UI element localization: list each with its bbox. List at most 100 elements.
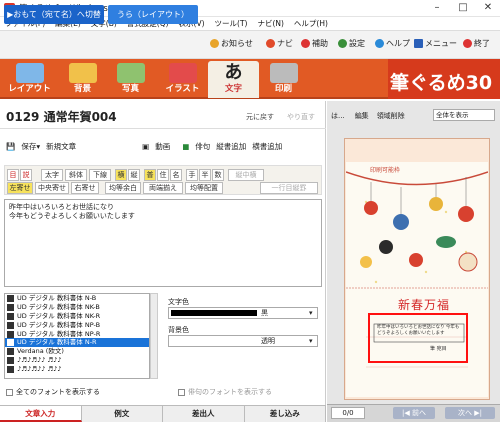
bold-button[interactable]: 太字 — [41, 169, 63, 181]
menu-tools[interactable]: ツール(T) — [210, 17, 253, 31]
tab-merge[interactable]: 差し込み — [245, 406, 326, 422]
fmt-btn[interactable]: 名 — [170, 169, 182, 181]
back-layout-tab[interactable]: うら（レイアウト） — [108, 5, 198, 24]
divider — [0, 128, 326, 129]
menu-navi[interactable]: ナビ(N) — [252, 17, 288, 31]
justify-button[interactable]: 両端揃え — [143, 182, 183, 194]
font-item-selected[interactable]: UD デジタル 教科書体 N-R — [5, 338, 149, 348]
postcard-illustration — [346, 162, 488, 397]
printable-area-label: 印刷可能枠 — [370, 167, 401, 174]
vertical-button[interactable]: 縦 — [128, 169, 140, 181]
bg-color-select[interactable]: 透明 ▾ — [168, 335, 318, 347]
text-input-area[interactable]: 昨年中はいろいろとお世話になり 今年もどうぞよろしくお願いいたします — [4, 199, 322, 287]
video-button[interactable]: ▣ 動画 — [142, 141, 170, 152]
preview-edit-button[interactable]: 編集 — [355, 111, 369, 121]
close-window-button[interactable]: ✕ — [475, 0, 500, 17]
mode-background-tab[interactable]: 背景 — [57, 61, 108, 98]
font-item-label: UD デジタル 教科書体 N-B — [17, 294, 97, 302]
mode-layout-tab[interactable]: レイアウト — [4, 61, 55, 98]
horizontal-add-button[interactable]: 横書追加 — [252, 141, 282, 152]
undo-button[interactable]: 元に戻す — [246, 112, 274, 122]
font-list[interactable]: UD デジタル 教科書体 N-B UD デジタル 教科書体 NK-B UD デジ… — [4, 293, 150, 379]
underline-button[interactable]: 下線 — [89, 169, 111, 181]
tab-examples[interactable]: 例文 — [82, 406, 163, 422]
card-body-text: 昨年中はいろいろとお世話になり 今年もどうぞよろしくお願いいたします — [377, 325, 460, 336]
zoom-value: 全体を表示 — [436, 111, 469, 119]
fmt-btn[interactable]: 数 — [212, 169, 224, 181]
haiku-button[interactable]: ■ 俳句 — [176, 141, 210, 152]
redo-button[interactable]: やり直す — [287, 112, 315, 122]
font-item-label: UD デジタル 教科書体 NP-R — [17, 329, 101, 338]
font-item[interactable]: UD デジタル 教科書体 NK-B — [5, 303, 149, 312]
zoom-select[interactable]: 全体を表示 — [433, 109, 495, 121]
help-button[interactable]: ヘルプ — [375, 38, 410, 49]
fmt-btn[interactable]: 説 — [20, 169, 32, 181]
font-item[interactable]: ♪♬♪♬♪♪ ♬♪♪ — [5, 365, 149, 374]
save-button[interactable]: 💾 保存▾ — [6, 141, 40, 152]
switch-to-front-tab[interactable]: ▶おもて（宛て名）へ切替 — [4, 5, 104, 24]
mode-illust-label: イラスト — [165, 84, 200, 94]
text-color-select[interactable]: 黒 ▾ — [168, 307, 318, 319]
mode-illust-tab[interactable]: イラスト — [157, 61, 208, 98]
background-icon — [68, 63, 97, 83]
help-icon — [375, 39, 384, 48]
haiku-fonts-label: 俳句のフォントを表示する — [188, 388, 272, 396]
mode-photo-tab[interactable]: 写真 — [105, 61, 156, 98]
font-item-label: UD デジタル 教科書体 NK-R — [17, 311, 101, 320]
minimize-button[interactable]: – — [424, 0, 450, 17]
help-label: ヘルプ — [386, 39, 410, 48]
tate-chu-yoko-button[interactable]: 縦中横 — [228, 169, 264, 181]
font-item[interactable]: ♪♬♪♬♪♪ ♬♪♪ — [5, 356, 149, 365]
text-color-label: 文字色 — [168, 298, 189, 306]
show-all-fonts-checkbox[interactable]: 全てのフォントを表示する — [6, 387, 100, 397]
font-item-label: UD デジタル 教科書体 NK-B — [17, 302, 100, 311]
menu-label: メニュー — [425, 39, 457, 48]
preview-tool[interactable]: は... — [331, 111, 345, 121]
distribute-button[interactable]: 均等配置 — [185, 182, 223, 194]
fmt-btn[interactable]: 目 — [7, 169, 19, 181]
support-button[interactable]: 補助 — [301, 38, 328, 49]
menu-button[interactable]: メニュー — [414, 38, 457, 49]
first-line-button[interactable]: 一行目縦罫 — [260, 182, 318, 194]
equal-margin-button[interactable]: 均等余白 — [105, 182, 141, 194]
menu-help[interactable]: ヘルプ(H) — [289, 17, 333, 31]
italic-button[interactable]: 斜体 — [65, 169, 87, 181]
align-right-button[interactable]: 右寄せ — [71, 182, 99, 194]
horizontal-button[interactable]: 横 — [115, 169, 127, 181]
vertical-add-button[interactable]: 縦書追加 — [216, 141, 246, 152]
tab-text-input[interactable]: 文章入力 — [0, 406, 82, 422]
prev-page-button[interactable]: |◀ 前へ — [393, 407, 435, 419]
font-item[interactable]: UD デジタル 教科書体 NP-B — [5, 321, 149, 330]
news-button[interactable]: お知らせ — [210, 38, 253, 49]
navi-button[interactable]: ナビ — [266, 38, 293, 49]
tab-sender[interactable]: 差出人 — [163, 406, 245, 422]
text-a-icon: あ — [224, 62, 243, 83]
haiku-fonts-checkbox[interactable]: 俳句のフォントを表示する — [178, 387, 272, 397]
mode-layout-label: レイアウト — [8, 84, 51, 94]
postcard-canvas[interactable]: 新春万福 昨年中はいろいろとお世話になり 今年もどうぞよろしくお願いいたします … — [346, 162, 488, 397]
align-left-button[interactable]: 左寄せ — [7, 182, 33, 194]
delete-area-button[interactable]: 領域削除 — [377, 111, 405, 121]
font-item[interactable]: UD デジタル 教科書体 NK-R — [5, 312, 149, 321]
new-text-button[interactable]: 新規文章 — [46, 141, 76, 152]
support-icon — [301, 39, 310, 48]
next-page-button[interactable]: 次へ ▶| — [445, 407, 495, 419]
save-label: 保存 — [21, 141, 37, 151]
font-item[interactable]: UD デジタル 教科書体 N-B — [5, 294, 149, 303]
page-indicator: 0/0 — [331, 407, 365, 419]
mode-print-tab[interactable]: 印刷 — [258, 61, 309, 98]
fmt-btn[interactable]: 住 — [157, 169, 169, 181]
fmt-btn[interactable]: 普 — [144, 169, 156, 181]
font-item[interactable]: Verdana (欧文) — [5, 347, 149, 356]
font-item-label: ♪♬♪♬♪♪ ♬♪♪ — [17, 356, 62, 365]
maximize-button[interactable]: □ — [450, 0, 476, 17]
exit-button[interactable]: 終了 — [463, 38, 490, 49]
settings-button[interactable]: 設定 — [338, 38, 365, 49]
align-center-button[interactable]: 中央寄せ — [35, 182, 69, 194]
mode-text-tab[interactable]: あ文字 — [208, 61, 259, 98]
fmt-btn[interactable]: 半 — [199, 169, 211, 181]
font-list-scrollbar[interactable] — [150, 293, 158, 379]
fmt-btn[interactable]: 手 — [186, 169, 198, 181]
checkbox-box — [178, 388, 185, 396]
menu-icon — [414, 39, 423, 48]
